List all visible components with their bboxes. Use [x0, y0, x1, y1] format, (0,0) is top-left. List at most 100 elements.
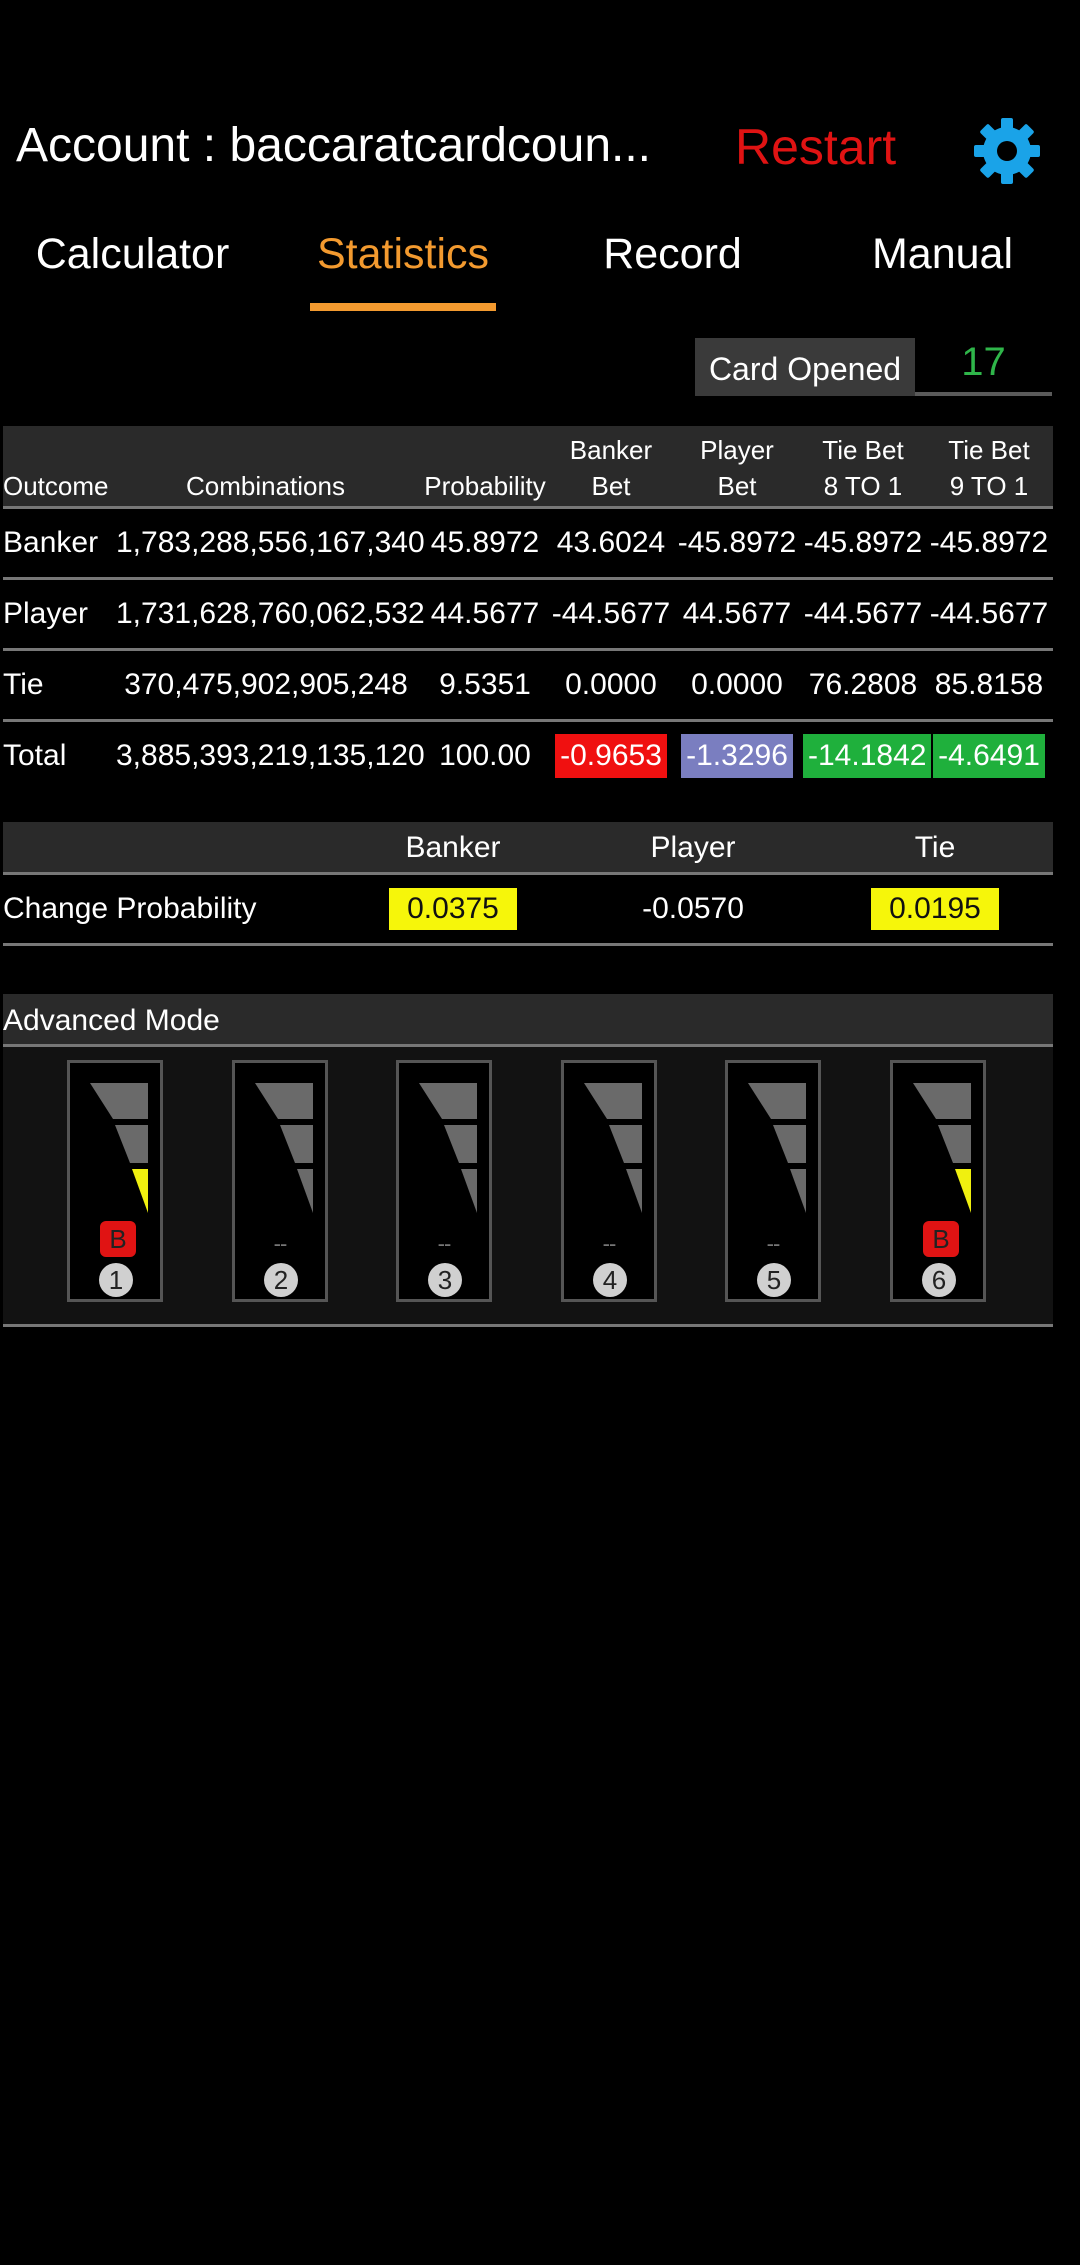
- account-label: Account : baccaratcardcoun...: [16, 119, 652, 172]
- tab-bar: Calculator Statistics Record Manual: [0, 215, 1080, 315]
- header-tie9-line2: 9 TO 1: [949, 471, 1029, 501]
- slot-number: 2: [264, 1263, 298, 1297]
- table-header: Outcome Combinations Probability Banker …: [3, 426, 1053, 509]
- cell-tie8: -45.8972: [803, 526, 923, 559]
- header-player-bet-line2: Bet: [717, 471, 757, 501]
- table-row-tie: Tie 370,475,902,905,248 9.5351 0.0000 0.…: [3, 651, 1053, 722]
- cell-outcome: Total: [3, 739, 67, 772]
- cell-banker-bet-total: -0.9653: [551, 722, 671, 790]
- header-outcome: Outcome: [3, 471, 109, 501]
- header-banker-bet-line1: Banker: [569, 435, 653, 465]
- advanced-slot-6[interactable]: B 6: [890, 1060, 986, 1302]
- advanced-slot-4[interactable]: -- 4: [561, 1060, 657, 1302]
- cell-probability: 45.8972: [430, 526, 540, 559]
- change-probability-row: Change Probability 0.0375 -0.0570 0.0195: [3, 875, 1053, 946]
- cell-outcome: Tie: [3, 668, 44, 701]
- cell-outcome: Player: [3, 597, 89, 630]
- cell-banker-bet: 43.6024: [556, 526, 666, 559]
- advanced-slot-5[interactable]: -- 5: [725, 1060, 821, 1302]
- header-probability: Probability: [424, 471, 546, 501]
- cell-player-bet: 44.5677: [682, 597, 792, 630]
- tab-manual[interactable]: Manual: [830, 230, 1055, 279]
- header-tie8-line1: Tie Bet: [822, 435, 904, 465]
- header-combinations: Combinations: [186, 471, 345, 501]
- cell-tie8: -44.5677: [803, 597, 923, 630]
- header-player-bet-line1: Player: [700, 435, 774, 465]
- signal-bars-icon: [90, 1083, 148, 1213]
- cell-tie9: -45.8972: [929, 526, 1049, 559]
- banker-bet-total-highlight: -0.9653: [555, 734, 667, 778]
- cell-tie9: 85.8158: [934, 668, 1044, 701]
- table-row-banker: Banker 1,783,288,556,167,340 45.8972 43.…: [3, 509, 1053, 580]
- advanced-mode-panel: Advanced Mode B 1 -- 2 -- 3 -- 4 -- 5 B …: [3, 994, 1053, 1327]
- change-tie-cell: 0.0195: [835, 875, 1035, 943]
- table-row-player: Player 1,731,628,760,062,532 44.5677 -44…: [3, 580, 1053, 651]
- cell-probability: 9.5351: [439, 668, 531, 701]
- signal-bars-icon: [913, 1083, 971, 1213]
- slot-empty-marker: --: [602, 1231, 617, 1256]
- cell-tie8: 76.2808: [808, 668, 918, 701]
- change-player-value: -0.0570: [642, 892, 744, 925]
- header-tie: Tie: [914, 831, 956, 864]
- change-probability-label: Change Probability: [3, 892, 257, 925]
- cell-combinations: 3,885,393,219,135,120: [116, 739, 425, 772]
- tie9-total-highlight: -4.6491: [933, 734, 1045, 778]
- signal-bars-icon: [748, 1083, 806, 1213]
- slot-empty-marker: --: [766, 1231, 781, 1256]
- tab-record[interactable]: Record: [560, 230, 785, 279]
- header-tie9-line1: Tie Bet: [948, 435, 1030, 465]
- gear-icon[interactable]: [970, 114, 1044, 188]
- card-opened-value: 17: [915, 338, 1052, 396]
- slot-number: 3: [428, 1263, 462, 1297]
- change-banker-value: 0.0375: [389, 888, 517, 930]
- header-banker-bet-line2: Bet: [591, 471, 631, 501]
- advanced-slot-2[interactable]: -- 2: [232, 1060, 328, 1302]
- slot-number: 1: [99, 1263, 133, 1297]
- cell-combinations: 1,783,288,556,167,340: [116, 526, 425, 559]
- cell-player-bet: 0.0000: [691, 668, 783, 701]
- tab-statistics[interactable]: Statistics: [290, 230, 516, 279]
- cell-tie8-total: -14.1842: [803, 722, 932, 790]
- cell-combinations: 1,731,628,760,062,532: [116, 597, 425, 630]
- header-banker: Banker: [405, 831, 501, 864]
- change-probability-header: Banker Player Tie: [3, 822, 1053, 875]
- header: Account : baccaratcardcoun... Restart: [0, 100, 1080, 200]
- slot-number: 4: [593, 1263, 627, 1297]
- cell-tie9-total: -4.6491: [929, 722, 1049, 790]
- card-opened-counter: Card Opened 17: [695, 338, 1052, 396]
- cell-probability: 44.5677: [430, 597, 540, 630]
- slot-number: 6: [922, 1263, 956, 1297]
- statistics-table: Outcome Combinations Probability Banker …: [3, 426, 1053, 790]
- player-bet-total-highlight: -1.3296: [681, 734, 793, 778]
- header-player: Player: [650, 831, 736, 864]
- change-probability-table: Banker Player Tie Change Probability 0.0…: [3, 822, 1053, 946]
- advanced-mode-title: Advanced Mode: [3, 994, 1053, 1047]
- advanced-slot-1[interactable]: B 1: [67, 1060, 163, 1302]
- cell-probability: 100.00: [439, 739, 531, 772]
- advanced-slot-3[interactable]: -- 3: [396, 1060, 492, 1302]
- cell-combinations: 370,475,902,905,248: [124, 668, 408, 701]
- table-row-total: Total 3,885,393,219,135,120 100.00 -0.96…: [3, 722, 1053, 790]
- slot-empty-marker: --: [437, 1231, 452, 1256]
- change-banker-cell: 0.0375: [353, 875, 553, 943]
- slot-badge: B: [923, 1221, 959, 1257]
- cell-banker-bet: 0.0000: [565, 668, 657, 701]
- signal-bars-icon: [584, 1083, 642, 1213]
- slot-empty-marker: --: [273, 1231, 288, 1256]
- cell-player-bet-total: -1.3296: [677, 722, 797, 790]
- change-tie-value: 0.0195: [871, 888, 999, 930]
- cell-banker-bet: -44.5677: [551, 597, 671, 630]
- restart-button[interactable]: Restart: [735, 118, 896, 176]
- cell-player-bet: -45.8972: [677, 526, 797, 559]
- slot-number: 5: [757, 1263, 791, 1297]
- cell-outcome: Banker: [3, 526, 99, 559]
- header-tie8-line2: 8 TO 1: [823, 471, 903, 501]
- card-opened-label: Card Opened: [695, 338, 915, 396]
- tie8-total-highlight: -14.1842: [803, 734, 932, 778]
- tab-calculator[interactable]: Calculator: [20, 230, 245, 279]
- slot-badge: B: [100, 1221, 136, 1257]
- cell-tie9: -44.5677: [929, 597, 1049, 630]
- signal-bars-icon: [255, 1083, 313, 1213]
- active-tab-indicator: [310, 303, 496, 311]
- signal-bars-icon: [419, 1083, 477, 1213]
